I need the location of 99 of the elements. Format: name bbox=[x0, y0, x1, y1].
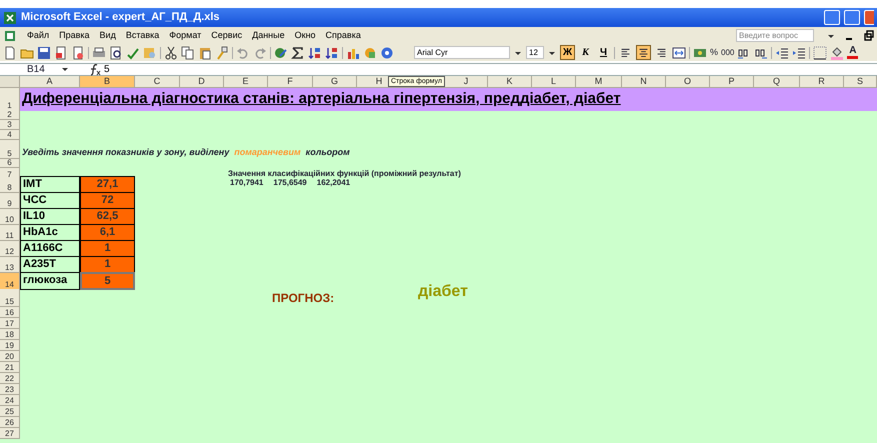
menu-item[interactable]: Вид bbox=[100, 28, 116, 42]
row-header[interactable]: 24 bbox=[0, 395, 20, 406]
prognosis-value: діабет bbox=[417, 284, 469, 300]
menu-item[interactable]: Файл bbox=[27, 28, 50, 42]
row-header[interactable]: 20 bbox=[0, 351, 20, 362]
function-value: 170,7941 bbox=[230, 177, 264, 189]
sigma-icon[interactable] bbox=[291, 46, 305, 60]
value-cell[interactable]: 5 bbox=[80, 272, 135, 290]
formula-value: 5 bbox=[103, 63, 110, 77]
row-header[interactable]: 25 bbox=[0, 406, 20, 417]
highlighted-word: помаранчевим bbox=[234, 146, 301, 159]
row-header[interactable]: 17 bbox=[0, 318, 20, 329]
thousands-button[interactable]: 000 bbox=[721, 46, 734, 58]
row-header[interactable]: 13 bbox=[0, 257, 20, 273]
new-file-icon[interactable] bbox=[3, 46, 17, 60]
label-cell: глюкоза bbox=[20, 272, 80, 290]
hyperlink-icon[interactable] bbox=[274, 46, 288, 60]
workbook-icon[interactable] bbox=[3, 28, 17, 42]
help-search-field[interactable]: Введите вопрос bbox=[736, 29, 814, 42]
value-cell[interactable]: 6,1 bbox=[80, 224, 135, 241]
row-header[interactable]: 4 bbox=[0, 130, 20, 140]
minimize-button[interactable] bbox=[824, 10, 840, 25]
menu-item[interactable]: Правка bbox=[59, 28, 90, 42]
increase-indent-icon[interactable] bbox=[792, 46, 806, 60]
row-header[interactable]: 21 bbox=[0, 362, 20, 373]
cut-icon[interactable] bbox=[164, 46, 178, 60]
row-header[interactable]: 10 bbox=[0, 209, 20, 225]
align-lines-icon bbox=[620, 47, 631, 58]
printer-icon[interactable] bbox=[92, 46, 106, 60]
fill-color-icon[interactable] bbox=[830, 46, 844, 60]
value-cell[interactable]: 1 bbox=[80, 240, 135, 257]
align-center-button[interactable] bbox=[636, 45, 651, 60]
row-header[interactable]: 18 bbox=[0, 329, 20, 340]
row-header[interactable]: 11 bbox=[0, 225, 20, 241]
row-header[interactable]: 27 bbox=[0, 428, 20, 439]
row-header[interactable]: 8 bbox=[0, 177, 20, 193]
save-icon[interactable] bbox=[37, 46, 51, 60]
row-header[interactable]: 14 bbox=[0, 273, 20, 290]
function-icon[interactable] bbox=[88, 62, 102, 76]
menu-item[interactable]: Формат bbox=[169, 28, 202, 42]
prognosis-label: ПРОГНОЗ: bbox=[271, 290, 336, 307]
menu-item[interactable]: Окно bbox=[294, 28, 316, 42]
row-header[interactable]: 5 bbox=[0, 140, 20, 159]
align-lines-icon bbox=[656, 47, 667, 58]
functions-label: Значення класифікаційних функцій (проміжний результат) bbox=[227, 168, 462, 179]
paste-icon[interactable] bbox=[198, 46, 212, 60]
font-name-field[interactable]: Arial Cyr bbox=[414, 46, 510, 59]
permission-icon[interactable] bbox=[71, 46, 85, 60]
close-button[interactable] bbox=[864, 10, 874, 25]
column-header[interactable]: B bbox=[80, 76, 135, 88]
row-header[interactable]: 9 bbox=[0, 193, 20, 209]
menu-item[interactable]: Сервис bbox=[211, 28, 242, 42]
decrease-indent-icon[interactable] bbox=[775, 46, 790, 60]
spelling-icon[interactable] bbox=[126, 46, 140, 60]
preview-icon[interactable] bbox=[109, 46, 123, 60]
row-header[interactable]: 15 bbox=[0, 289, 20, 307]
row-header[interactable]: 16 bbox=[0, 307, 20, 318]
name-box[interactable]: B14 bbox=[0, 62, 60, 77]
restore-button[interactable] bbox=[844, 10, 860, 25]
row-header[interactable]: 3 bbox=[0, 120, 20, 130]
menu-item[interactable]: Вставка bbox=[126, 28, 160, 42]
document-icon[interactable] bbox=[54, 46, 68, 60]
copy-icon[interactable] bbox=[181, 46, 195, 60]
sort-descending-icon[interactable] bbox=[325, 46, 339, 60]
row-header[interactable]: 2 bbox=[0, 110, 20, 120]
underline-button[interactable]: Ч bbox=[596, 45, 611, 60]
row-header[interactable]: 6 bbox=[0, 159, 20, 168]
row-header[interactable]: 12 bbox=[0, 241, 20, 257]
value-cell[interactable]: 62,5 bbox=[80, 208, 135, 225]
value-cell[interactable]: 27,1 bbox=[80, 176, 135, 193]
value-cell[interactable]: 1 bbox=[80, 256, 135, 273]
menu-item[interactable]: Данные bbox=[252, 28, 285, 42]
excel-icon bbox=[3, 10, 17, 24]
merge-center-icon[interactable] bbox=[672, 46, 686, 60]
help-icon[interactable] bbox=[380, 46, 394, 60]
font-color-letter: A bbox=[849, 46, 856, 56]
row-header[interactable]: 22 bbox=[0, 373, 20, 384]
restore-icon[interactable] bbox=[864, 28, 874, 42]
row-header[interactable]: 1 bbox=[0, 88, 20, 110]
window-title: Microsoft Excel - expert_АГ_ПД_Д.xls bbox=[21, 10, 220, 26]
row-header[interactable]: 26 bbox=[0, 417, 20, 428]
font-size-field[interactable]: 12 bbox=[526, 46, 544, 59]
align-lines-icon bbox=[638, 47, 649, 58]
sort-ascending-icon[interactable] bbox=[308, 46, 322, 60]
function-value: 175,6549 bbox=[273, 178, 307, 189]
menu-item[interactable]: Справка bbox=[326, 28, 361, 42]
italic-button[interactable]: К bbox=[578, 45, 593, 60]
function-value: 162,2041 bbox=[316, 178, 350, 189]
row-header[interactable]: 23 bbox=[0, 384, 20, 395]
format-painter-icon[interactable] bbox=[215, 46, 229, 60]
instruction-text: Уведіть значення показників у зону, виділену bbox=[22, 146, 230, 159]
row-header[interactable]: 19 bbox=[0, 340, 20, 351]
bold-button[interactable]: Ж bbox=[560, 45, 575, 60]
borders-icon[interactable] bbox=[813, 46, 828, 60]
font-color-button[interactable]: A bbox=[847, 46, 858, 59]
sheet-title: Диференціальна діагностика станів: артеріальна гіпертензія, преддіабет, діабет bbox=[22, 89, 621, 109]
value-cell[interactable]: 72 bbox=[80, 192, 135, 209]
percent-button[interactable]: % bbox=[710, 46, 718, 60]
instruction-text: кольором bbox=[306, 146, 350, 159]
